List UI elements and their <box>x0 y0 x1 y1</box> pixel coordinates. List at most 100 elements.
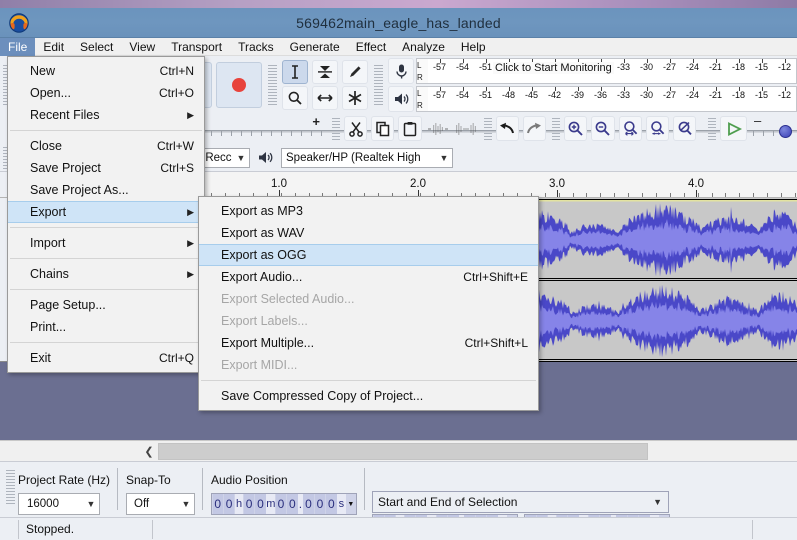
file-menu-item-print[interactable]: Print... <box>8 316 204 338</box>
meter-tick-label: -33 <box>616 90 631 100</box>
file-menu-item-recent-files[interactable]: Recent Files ▶ <box>8 104 204 126</box>
time-digit[interactable]: 0 <box>243 494 255 514</box>
file-menu-item-exit[interactable]: Exit Ctrl+Q <box>8 347 204 369</box>
menu-help[interactable]: Help <box>453 38 494 56</box>
recording-meter-mic-icon[interactable] <box>388 58 414 84</box>
ruler-label: 4.0 <box>688 178 704 190</box>
trim-audio-button[interactable] <box>426 116 450 141</box>
mixer-toolbar-grip[interactable] <box>374 65 383 105</box>
file-menu-item-new[interactable]: New Ctrl+N <box>8 60 204 82</box>
menu-file[interactable]: File <box>0 37 36 56</box>
speed-slider-thumb[interactable] <box>779 124 793 138</box>
edit-toolbar-grip-2[interactable] <box>483 117 492 140</box>
fit-project-button[interactable] <box>645 116 670 141</box>
play-at-speed-button[interactable] <box>720 116 747 141</box>
snap-to-label: Snap-To <box>126 473 171 487</box>
fit-selection-button[interactable] <box>618 116 642 141</box>
audio-position-field[interactable]: 0 0 h 0 0 m 0 0. 0 0 0 s ▼ <box>211 493 357 515</box>
edit-toolbar-grip[interactable] <box>332 117 340 140</box>
file-menu-item-chains[interactable]: Chains ▶ <box>8 263 204 285</box>
snap-to-combo[interactable]: Off ▼ <box>126 493 195 515</box>
paste-button[interactable] <box>398 116 422 141</box>
tools-toolbar-grip[interactable] <box>268 65 277 105</box>
menu-edit[interactable]: Edit <box>35 38 72 56</box>
selection-tool[interactable] <box>282 60 308 84</box>
scroll-left-arrow-icon[interactable]: ❮ <box>140 442 158 461</box>
zoom-toggle-button[interactable] <box>673 116 697 141</box>
audio-position-label: Audio Position <box>211 473 288 487</box>
time-digit[interactable]: 0 <box>212 494 223 514</box>
menu-effect[interactable]: Effect <box>348 38 394 56</box>
file-menu-separator <box>10 289 202 290</box>
file-menu-item-import[interactable]: Import ▶ <box>8 232 204 254</box>
meter-tick-label: -21 <box>708 90 723 100</box>
redo-button[interactable] <box>522 116 547 141</box>
file-menu-item-open[interactable]: Open... Ctrl+O <box>8 82 204 104</box>
ruler-tick <box>670 193 671 197</box>
time-digit[interactable]: 0 <box>314 494 326 514</box>
timeshift-tool[interactable] <box>312 86 338 110</box>
export-submenu-dropdown[interactable]: Export as MP3 Export as WAV Export as OGG E… <box>198 196 539 411</box>
draw-tool[interactable] <box>342 60 368 84</box>
selection-mode-combo[interactable]: Start and End of Selection ▼ <box>372 491 669 513</box>
time-digit[interactable]: 0 <box>303 494 314 514</box>
horizontal-scroll-thumb[interactable] <box>158 442 648 460</box>
horizontal-scrollbar[interactable]: ❮ <box>0 440 797 461</box>
time-format-dropdown-icon[interactable]: ▼ <box>345 494 356 514</box>
time-unit[interactable]: m <box>266 494 275 514</box>
menu-tracks[interactable]: Tracks <box>230 38 282 56</box>
cut-button[interactable] <box>343 116 368 141</box>
toolbar-row-2: – <box>330 113 797 143</box>
zoom-out-button[interactable] <box>591 116 615 141</box>
status-sep-2 <box>152 520 153 539</box>
zoom-tool[interactable] <box>282 86 308 110</box>
file-menu-item-save-project[interactable]: Save Project Ctrl+S <box>8 157 204 179</box>
recording-meter-monitor-hint[interactable]: Click to Start Monitoring <box>493 62 614 74</box>
time-digit[interactable]: 0 <box>275 494 287 514</box>
meter-tick-label: -48 <box>501 90 516 100</box>
export-menu-item-export-multiple[interactable]: Export Multiple... Ctrl+Shift+L <box>199 332 538 354</box>
menu-analyze[interactable]: Analyze <box>394 38 453 56</box>
silence-audio-button[interactable] <box>454 116 478 141</box>
file-menu-item-save-project-as[interactable]: Save Project As... <box>8 179 204 201</box>
playback-device-speaker-icon[interactable] <box>252 147 278 169</box>
time-digit[interactable]: 0 <box>287 494 298 514</box>
record-button[interactable] <box>216 62 262 108</box>
playback-meter-speaker-icon[interactable] <box>388 86 414 112</box>
envelope-tool[interactable] <box>312 60 338 84</box>
time-unit[interactable]: h <box>234 494 244 514</box>
export-menu-item-export-as-ogg[interactable]: Export as OGG <box>199 244 538 266</box>
copy-button[interactable] <box>371 116 395 141</box>
time-separator[interactable]: . <box>298 494 303 514</box>
playback-device-combo[interactable]: Speaker/HP (Realtek High ▼ <box>281 147 453 168</box>
menu-select[interactable]: Select <box>72 38 121 56</box>
time-unit[interactable]: s <box>337 494 346 514</box>
file-menu-item-export[interactable]: Export ▶ <box>8 201 204 223</box>
menu-transport[interactable]: Transport <box>163 38 230 56</box>
selection-toolbar-grip[interactable] <box>6 470 15 506</box>
edit-toolbar-grip-3[interactable] <box>552 117 561 140</box>
export-menu-item-export-as-mp3[interactable]: Export as MP3 <box>199 200 538 222</box>
menu-generate[interactable]: Generate <box>282 38 348 56</box>
play-at-speed-grip[interactable] <box>708 117 717 140</box>
play-speed-slider[interactable]: – <box>753 113 797 140</box>
time-digit[interactable]: 0 <box>223 494 235 514</box>
time-digit[interactable]: 0 <box>255 494 266 514</box>
multi-tool[interactable] <box>342 86 368 110</box>
time-digit[interactable]: 0 <box>326 494 337 514</box>
file-menu-dropdown[interactable]: New Ctrl+N Open... Ctrl+O Recent Files ▶ Close… <box>7 56 205 373</box>
export-menu-item-export-as-wav[interactable]: Export as WAV <box>199 222 538 244</box>
file-menu-item-page-setup[interactable]: Page Setup... <box>8 294 204 316</box>
zoom-in-button[interactable] <box>564 116 588 141</box>
export-menu-item-export-audio[interactable]: Export Audio... Ctrl+Shift+E <box>199 266 538 288</box>
meter-tick-label: -15 <box>754 62 769 72</box>
menu-view[interactable]: View <box>121 38 163 56</box>
undo-button[interactable] <box>495 116 519 141</box>
playback-meter-channel-labels: L R <box>417 87 428 111</box>
export-menu-item-save-compressed-copy-of-project[interactable]: Save Compressed Copy of Project... <box>199 385 538 407</box>
playback-meter[interactable]: L R -57 -54 -51 -48 -45 -42 -39 -36 -33 -30 -27 -24… <box>416 86 797 112</box>
recording-meter[interactable]: L R -57-54-51-48-45-42-39-36-33-30-27-24… <box>416 58 797 84</box>
project-rate-combo[interactable]: 16000 ▼ <box>18 493 100 515</box>
file-menu-item-close[interactable]: Close Ctrl+W <box>8 135 204 157</box>
menu-item-label: Save Compressed Copy of Project... <box>221 389 424 403</box>
